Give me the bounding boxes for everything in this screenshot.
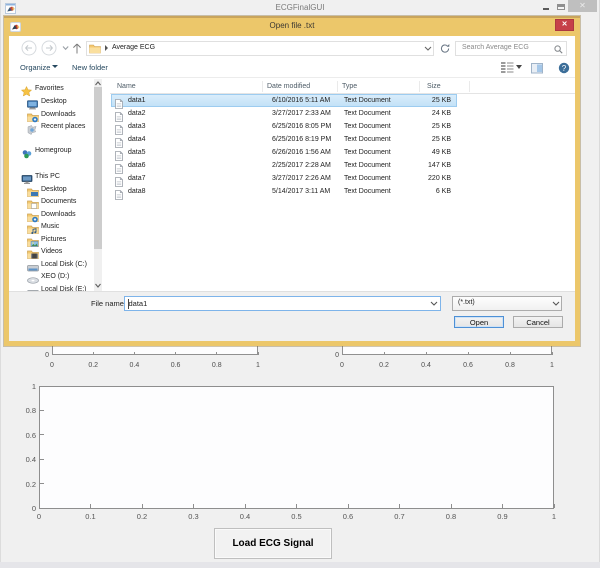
svg-text:?: ? xyxy=(562,63,567,72)
